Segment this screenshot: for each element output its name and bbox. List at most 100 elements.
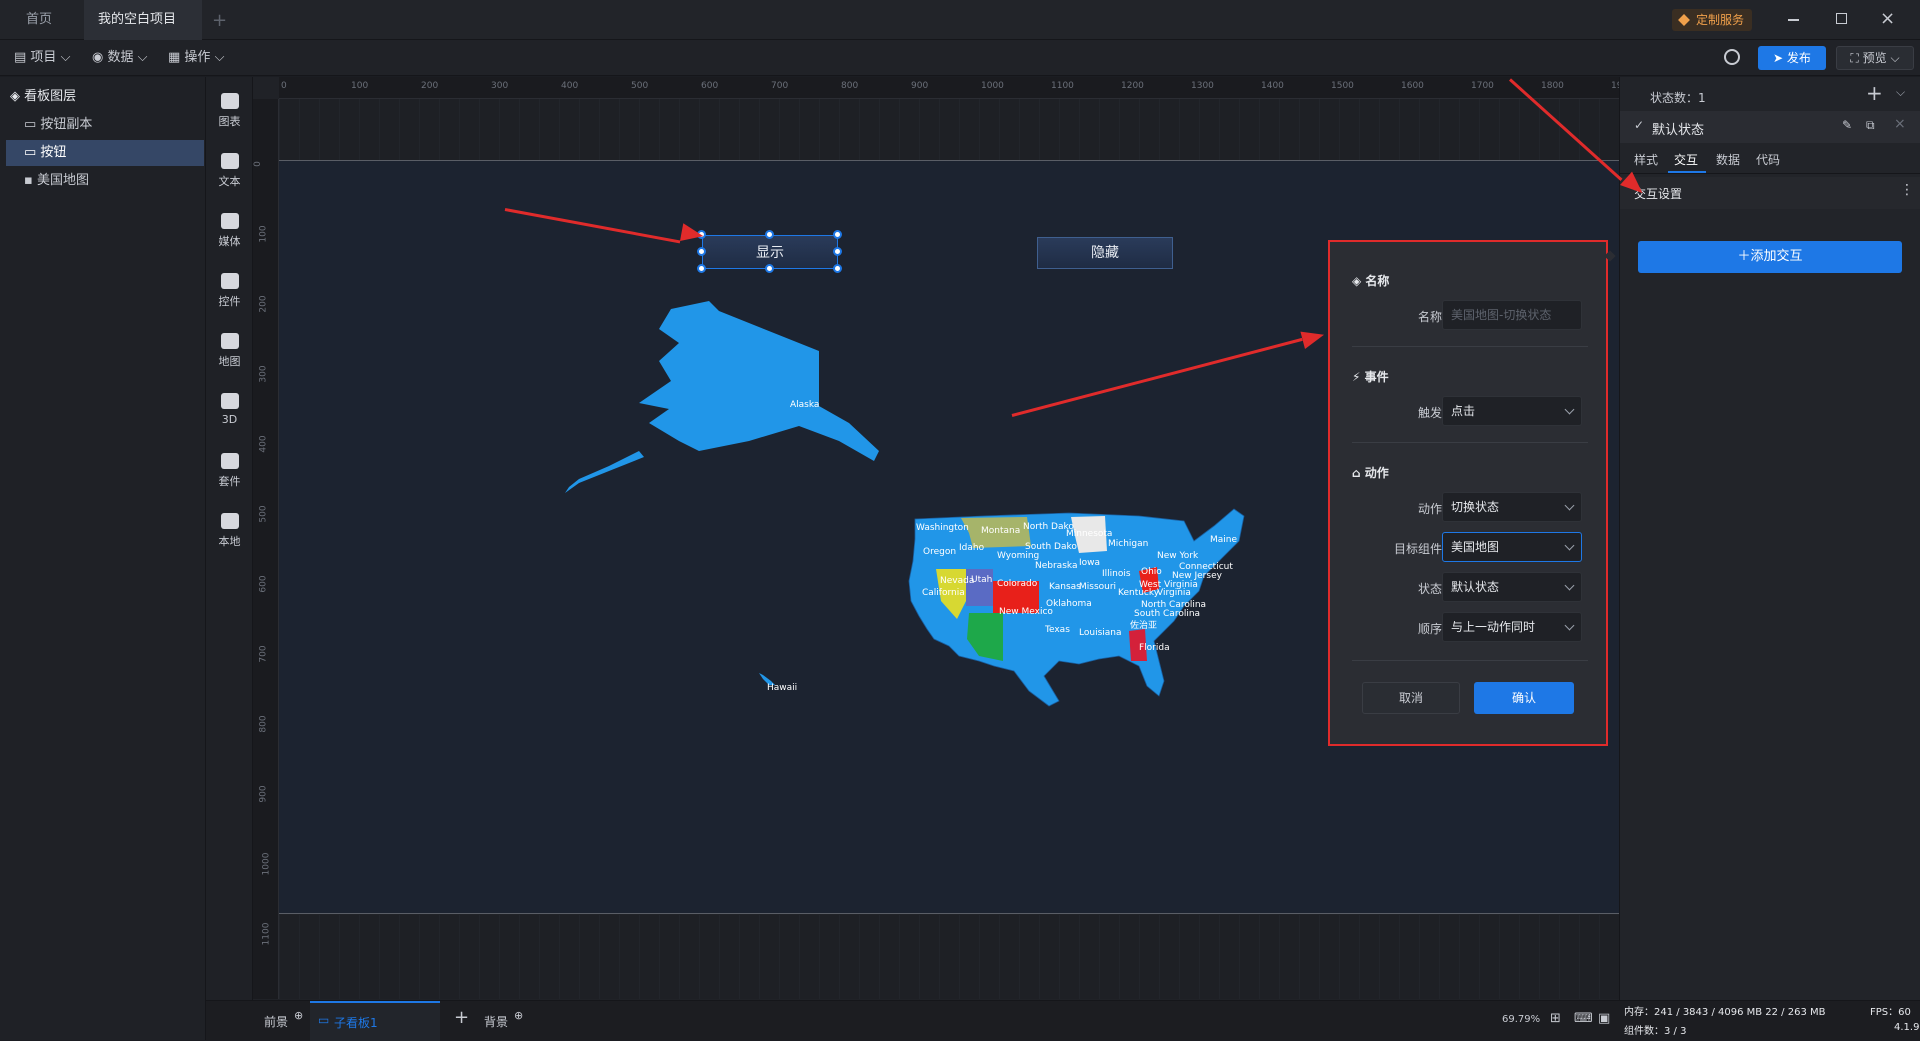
annotation-arrowhead: [680, 223, 705, 246]
sub-board-tab[interactable]: ▭ 子看板1: [310, 1001, 440, 1041]
copy-icon[interactable]: ⧉: [1866, 118, 1875, 133]
add-circle-icon[interactable]: ⊕: [514, 1009, 523, 1022]
tool-text[interactable]: 文本: [206, 145, 253, 203]
tool-local[interactable]: 本地: [206, 505, 253, 563]
menu-data[interactable]: ◉ 数据 ⌵: [92, 40, 148, 76]
ruler-tick-label: 1500: [1331, 81, 1354, 91]
map-label-kansas: Kansas: [1049, 582, 1081, 592]
alaska-shape: [639, 301, 879, 461]
name-input[interactable]: 美国地图-切换状态: [1442, 300, 1582, 330]
event-section-title: ⚡ 事件: [1352, 370, 1389, 384]
tool-control[interactable]: 控件: [206, 265, 253, 323]
tool-label: 本地: [218, 535, 241, 548]
custom-service-button[interactable]: 定制服务: [1672, 9, 1753, 31]
state-select[interactable]: 默认状态: [1442, 572, 1582, 602]
edit-icon[interactable]: ✎: [1842, 118, 1852, 132]
zoom-level: 69.79%: [1502, 1014, 1541, 1025]
add-circle-icon[interactable]: ⊕: [294, 1009, 303, 1022]
tab-data[interactable]: 数据: [1716, 151, 1740, 168]
map-label-minnesota: Minnesota: [1066, 529, 1113, 539]
ruler-tick-label: 300: [491, 81, 509, 91]
diamond-icon: [1678, 14, 1690, 26]
terminal-icon[interactable]: ▣: [1598, 1011, 1610, 1026]
tool-chart[interactable]: 图表: [206, 85, 253, 143]
tool-media[interactable]: 媒体: [206, 205, 253, 263]
menu-data-label: 数据: [107, 50, 134, 65]
add-interaction-button[interactable]: ＋添加交互: [1638, 241, 1902, 273]
tab-code[interactable]: 代码: [1756, 151, 1780, 168]
name-section-title: ◈ 名称: [1352, 274, 1390, 288]
layer-item-label: 按钮: [40, 145, 67, 160]
action-select[interactable]: 切换状态: [1442, 492, 1582, 522]
close-icon[interactable]: ×: [1894, 116, 1906, 132]
horizontal-ruler: 0 100 200 300 400 500 600 700 800 900 1000 1100 1200…: [279, 77, 1634, 99]
ruler-tick-label: 700: [771, 81, 789, 91]
layer-item-us-map[interactable]: ▪ 美国地图: [6, 168, 204, 194]
trigger-value: 点击: [1451, 404, 1476, 418]
ruler-tick-label: 1000: [981, 81, 1004, 91]
tab-home[interactable]: 首页: [12, 0, 66, 40]
foreground-tab[interactable]: 前景: [264, 1013, 288, 1030]
tool-map[interactable]: 地图: [206, 325, 253, 383]
keyboard-icon[interactable]: ⌨: [1574, 1011, 1593, 1026]
target-component-select[interactable]: 美国地图: [1442, 532, 1582, 562]
check-icon: ✓: [1634, 118, 1645, 132]
aleutian-islands: [565, 451, 644, 493]
tab-my-project[interactable]: 我的空白项目: [84, 0, 202, 64]
state-label: 状态: [1417, 582, 1442, 596]
menu-ops[interactable]: ▦ 操作 ⌵: [168, 40, 224, 76]
custom-service-label: 定制服务: [1696, 13, 1745, 27]
layer-item-button-copy[interactable]: ▭ 按钮副本: [6, 112, 204, 138]
cancel-button[interactable]: 取消: [1362, 682, 1460, 714]
state-count: 状态数：1: [1650, 91, 1706, 105]
map-label-montana: Montana: [981, 526, 1021, 536]
ruler-tick-label: 500: [631, 81, 649, 91]
tab-style[interactable]: 样式: [1634, 151, 1658, 168]
active-tab-indicator: [1668, 171, 1706, 173]
chevron-down-icon[interactable]: ⌵: [1896, 85, 1905, 100]
publish-button[interactable]: ➤ 发布: [1758, 46, 1826, 70]
tool-label: 媒体: [218, 235, 241, 248]
ruler-tick-label: 1100: [261, 922, 272, 946]
tool-kit[interactable]: 套件: [206, 445, 253, 503]
add-interaction-label: ＋添加交互: [1737, 249, 1803, 264]
tool-3d[interactable]: 3D: [206, 385, 253, 443]
map-label-iowa: Iowa: [1079, 558, 1101, 568]
layer-item-button[interactable]: ▭ 按钮: [6, 140, 204, 166]
map-label-virginia: Virginia: [1157, 588, 1191, 598]
map-label-georgia: 佐治亚: [1130, 621, 1158, 631]
close-window-icon[interactable]: ×: [1880, 8, 1895, 29]
add-state-icon[interactable]: +: [1866, 81, 1883, 105]
restore-icon[interactable]: [1836, 13, 1847, 24]
ruler-tick-label: 100: [258, 225, 269, 243]
menu-project[interactable]: ▤ 项目 ⌵: [14, 40, 70, 76]
preview-button[interactable]: ⛶ 预览 ⌵: [1836, 46, 1914, 70]
tool-label: 图表: [218, 115, 241, 128]
minimize-icon[interactable]: [1788, 19, 1799, 21]
more-icon[interactable]: ⋮: [1900, 182, 1914, 198]
fit-screen-icon[interactable]: ⊞: [1550, 1011, 1561, 1026]
layer-item-label: 按钮副本: [40, 117, 93, 132]
default-state-row[interactable]: ✓ 默认状态 ✎ ⧉ ×: [1620, 111, 1920, 143]
memory-readout: 内存：241 / 3843 / 4096 MB 22 / 263 MB: [1624, 1007, 1826, 1018]
tool-label: 地图: [218, 355, 241, 368]
ruler-tick-label: 200: [258, 295, 269, 313]
search-icon[interactable]: [1724, 49, 1740, 65]
ruler-tick-label: 1300: [1191, 81, 1214, 91]
interaction-settings-header: 交互设置 ⋮: [1620, 177, 1920, 209]
map-label-washington: Washington: [916, 523, 969, 533]
ruler-tick-label: 1100: [1051, 81, 1074, 91]
ruler-tick-label: 1700: [1471, 81, 1494, 91]
tab-interaction[interactable]: 交互: [1674, 151, 1698, 168]
add-board-icon[interactable]: +: [454, 1007, 469, 1028]
order-select[interactable]: 与上一动作同时: [1442, 612, 1582, 642]
ruler-tick-label: 700: [258, 645, 269, 663]
trigger-label: 触发: [1417, 406, 1442, 420]
add-tab-icon[interactable]: +: [212, 10, 227, 31]
confirm-button[interactable]: 确认: [1474, 682, 1574, 714]
property-panel: 状态数：1 + ⌵ ✓ 默认状态 ✎ ⧉ × 样式 交互 数据 代码 交互设置 …: [1619, 77, 1920, 1000]
map-label-ohio: Ohio: [1141, 567, 1162, 577]
map-label-wyoming: Wyoming: [997, 551, 1040, 561]
trigger-select[interactable]: 点击: [1442, 396, 1582, 426]
background-tab[interactable]: 背景: [484, 1013, 508, 1030]
